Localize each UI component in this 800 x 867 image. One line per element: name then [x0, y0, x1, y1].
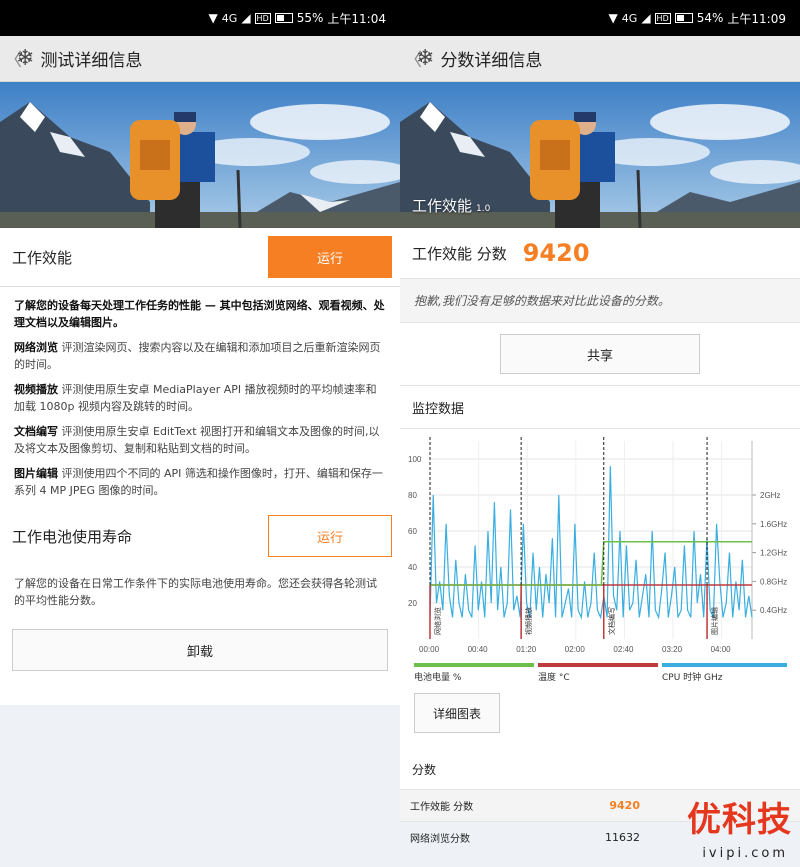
legend-swatch: [414, 663, 534, 667]
score-label: 工作效能 分数: [412, 244, 507, 263]
legend-label: CPU 时钟 GHz: [662, 673, 723, 683]
row-label: 网络浏览分数: [410, 834, 470, 845]
page-title: 测试详细信息: [40, 51, 143, 71]
signal-label: 4G: [221, 11, 238, 25]
section-marker-label: 网络浏览: [433, 607, 442, 635]
y-tick-label: 20: [408, 599, 417, 608]
section-marker-label: 视频播放: [524, 607, 533, 635]
row-label: 工作效能 分数: [410, 802, 474, 813]
item-desc: 评测使用原生安卓 MediaPlayer API 播放视频时的平均帧速率和加载 …: [14, 383, 377, 413]
section-marker-label: 图片编辑: [710, 607, 719, 635]
item-video-playback: 视频播放 评测使用原生安卓 MediaPlayer API 播放视频时的平均帧速…: [14, 381, 386, 415]
item-name: 文档编写: [14, 425, 58, 438]
watermark-url: ivipi.com: [702, 846, 788, 861]
x-tick-label: 00:00: [419, 645, 440, 654]
row-value: 9420: [609, 799, 640, 812]
y-tick-label: 80: [408, 491, 417, 500]
legend-cpu: CPU 时钟 GHz: [662, 663, 787, 683]
x-tick-label: 02:00: [565, 645, 586, 654]
snowflake-logo-icon: ❄: [16, 46, 35, 71]
status-bar: ▼ 4G ◢ HD 54% 上午11:09: [400, 0, 800, 36]
phone-left: ▼ 4G ◢ HD 55% 上午11:04 〈 ❄ 测试详细信息 工作效能 运行…: [0, 0, 400, 867]
item-desc: 评测使用原生安卓 EditText 视图打开和编辑文本及图像的时间,以及将文本及…: [14, 425, 380, 455]
battery-percent: 54%: [696, 11, 724, 25]
uninstall-button[interactable]: 卸载: [12, 629, 388, 671]
item-writing: 文档编写 评测使用原生安卓 EditText 视图打开和编辑文本及图像的时间,以…: [14, 423, 386, 457]
legend-battery: 电池电量 %: [414, 663, 534, 683]
y2-tick-label: 2GHz: [760, 491, 780, 500]
legend-swatch: [538, 663, 658, 667]
y-tick-label: 40: [408, 563, 417, 572]
legend-label: 温度 °C: [538, 673, 570, 683]
run-work-button[interactable]: 运行: [268, 236, 392, 278]
item-name: 网络浏览: [14, 341, 58, 354]
signal-icon: ◢: [641, 11, 651, 25]
legend-swatch: [662, 663, 787, 667]
y2-tick-label: 0.8GHz: [760, 577, 787, 586]
item-name: 图片编辑: [14, 467, 58, 480]
item-name: 视频播放: [14, 383, 58, 396]
wifi-icon: ▼: [208, 11, 218, 25]
snowflake-logo-icon: ❄: [416, 46, 435, 71]
y-tick-label: 60: [408, 527, 417, 536]
score-row: 工作效能 分数 9420: [400, 228, 800, 278]
score-value: 9420: [522, 239, 590, 267]
chart-legend: 电池电量 % 温度 °C CPU 时钟 GHz: [400, 659, 800, 687]
phone-right: ▼ 4G ◢ HD 54% 上午11:09 〈 ❄ 分数详细信息 工作效能 1.…: [400, 0, 800, 867]
x-tick-label: 01:20: [516, 645, 537, 654]
hero-image: 工作效能 1.0: [400, 82, 800, 228]
work-performance-title: 工作效能: [12, 248, 73, 267]
battery-percent: 55%: [296, 11, 324, 25]
work-intro-text: 了解您的设备每天处理工作任务的性能 — 其中包括浏览网络、观看视频、处理文档以及…: [14, 299, 385, 329]
item-desc: 评测使用四个不同的 API 筛选和操作图像时，打开、编辑和保存一系列 4 MP …: [14, 467, 383, 497]
hd-icon: HD: [654, 12, 671, 24]
battery-icon: [274, 13, 293, 23]
app-bar: 〈 ❄ 分数详细信息: [400, 36, 800, 82]
y2-tick-label: 1.2GHz: [760, 549, 787, 558]
hero-image: [0, 82, 400, 228]
hd-icon: HD: [254, 12, 271, 24]
legend-label: 电池电量 %: [414, 673, 462, 683]
legend-temperature: 温度 °C: [538, 663, 658, 683]
back-icon[interactable]: 〈: [4, 46, 22, 72]
battery-life-title: 工作电池使用寿命: [12, 527, 133, 546]
apology-text: 抱歉,我们没有足够的数据来对比此设备的分数。: [400, 278, 800, 323]
hero-version: 1.0: [476, 204, 491, 214]
app-bar: 〈 ❄ 测试详细信息: [0, 36, 400, 82]
row-value: 11632: [605, 831, 640, 844]
wifi-icon: ▼: [608, 11, 618, 25]
watermark-brand: 优科技: [687, 800, 792, 840]
clock: 上午11:09: [727, 11, 786, 26]
signal-label: 4G: [621, 11, 638, 25]
status-bar: ▼ 4G ◢ HD 55% 上午11:04: [0, 0, 400, 36]
watermark-logo: 优科技: [687, 792, 792, 841]
x-tick-label: 00:40: [468, 645, 489, 654]
section-marker-label: 文档编写: [607, 607, 616, 635]
y2-tick-label: 0.4GHz: [760, 606, 787, 615]
run-battery-button[interactable]: 运行: [268, 515, 392, 557]
page-title: 分数详细信息: [440, 51, 543, 71]
battery-icon: [674, 13, 693, 23]
monitor-chart: 20 40 60 80 100 0.4GHz 0.8GHz 1.2GHz 1.6GHz 2GHz 0…: [400, 429, 800, 659]
back-icon[interactable]: 〈: [404, 46, 422, 72]
clock: 上午11:04: [327, 11, 386, 26]
x-tick-label: 04:00: [711, 645, 732, 654]
x-tick-label: 03:20: [662, 645, 683, 654]
monitor-title: 监控数据: [400, 385, 800, 429]
scores-heading: 分数: [400, 749, 800, 789]
hero-title: 工作效能: [412, 197, 473, 215]
share-button[interactable]: 共享: [500, 334, 700, 374]
item-web-browsing: 网络浏览 评测渲染网页、搜索内容以及在编辑和添加项目之后重新渲染网页的时间。: [14, 339, 386, 373]
battery-desc: 了解您的设备在日常工作条件下的实际电池使用寿命。您还会获得各轮测试的平均性能分数…: [14, 577, 377, 607]
item-desc: 评测渲染网页、搜索内容以及在编辑和添加项目之后重新渲染网页的时间。: [14, 341, 381, 371]
x-tick-label: 02:40: [613, 645, 634, 654]
item-photo-editing: 图片编辑 评测使用四个不同的 API 筛选和操作图像时，打开、编辑和保存一系列 …: [14, 465, 386, 499]
y2-tick-label: 1.6GHz: [760, 520, 787, 529]
hero-caption: 工作效能 1.0: [412, 195, 490, 216]
detail-chart-button[interactable]: 详细图表: [414, 693, 500, 733]
y-tick-label: 100: [408, 455, 422, 464]
signal-icon: ◢: [241, 11, 251, 25]
